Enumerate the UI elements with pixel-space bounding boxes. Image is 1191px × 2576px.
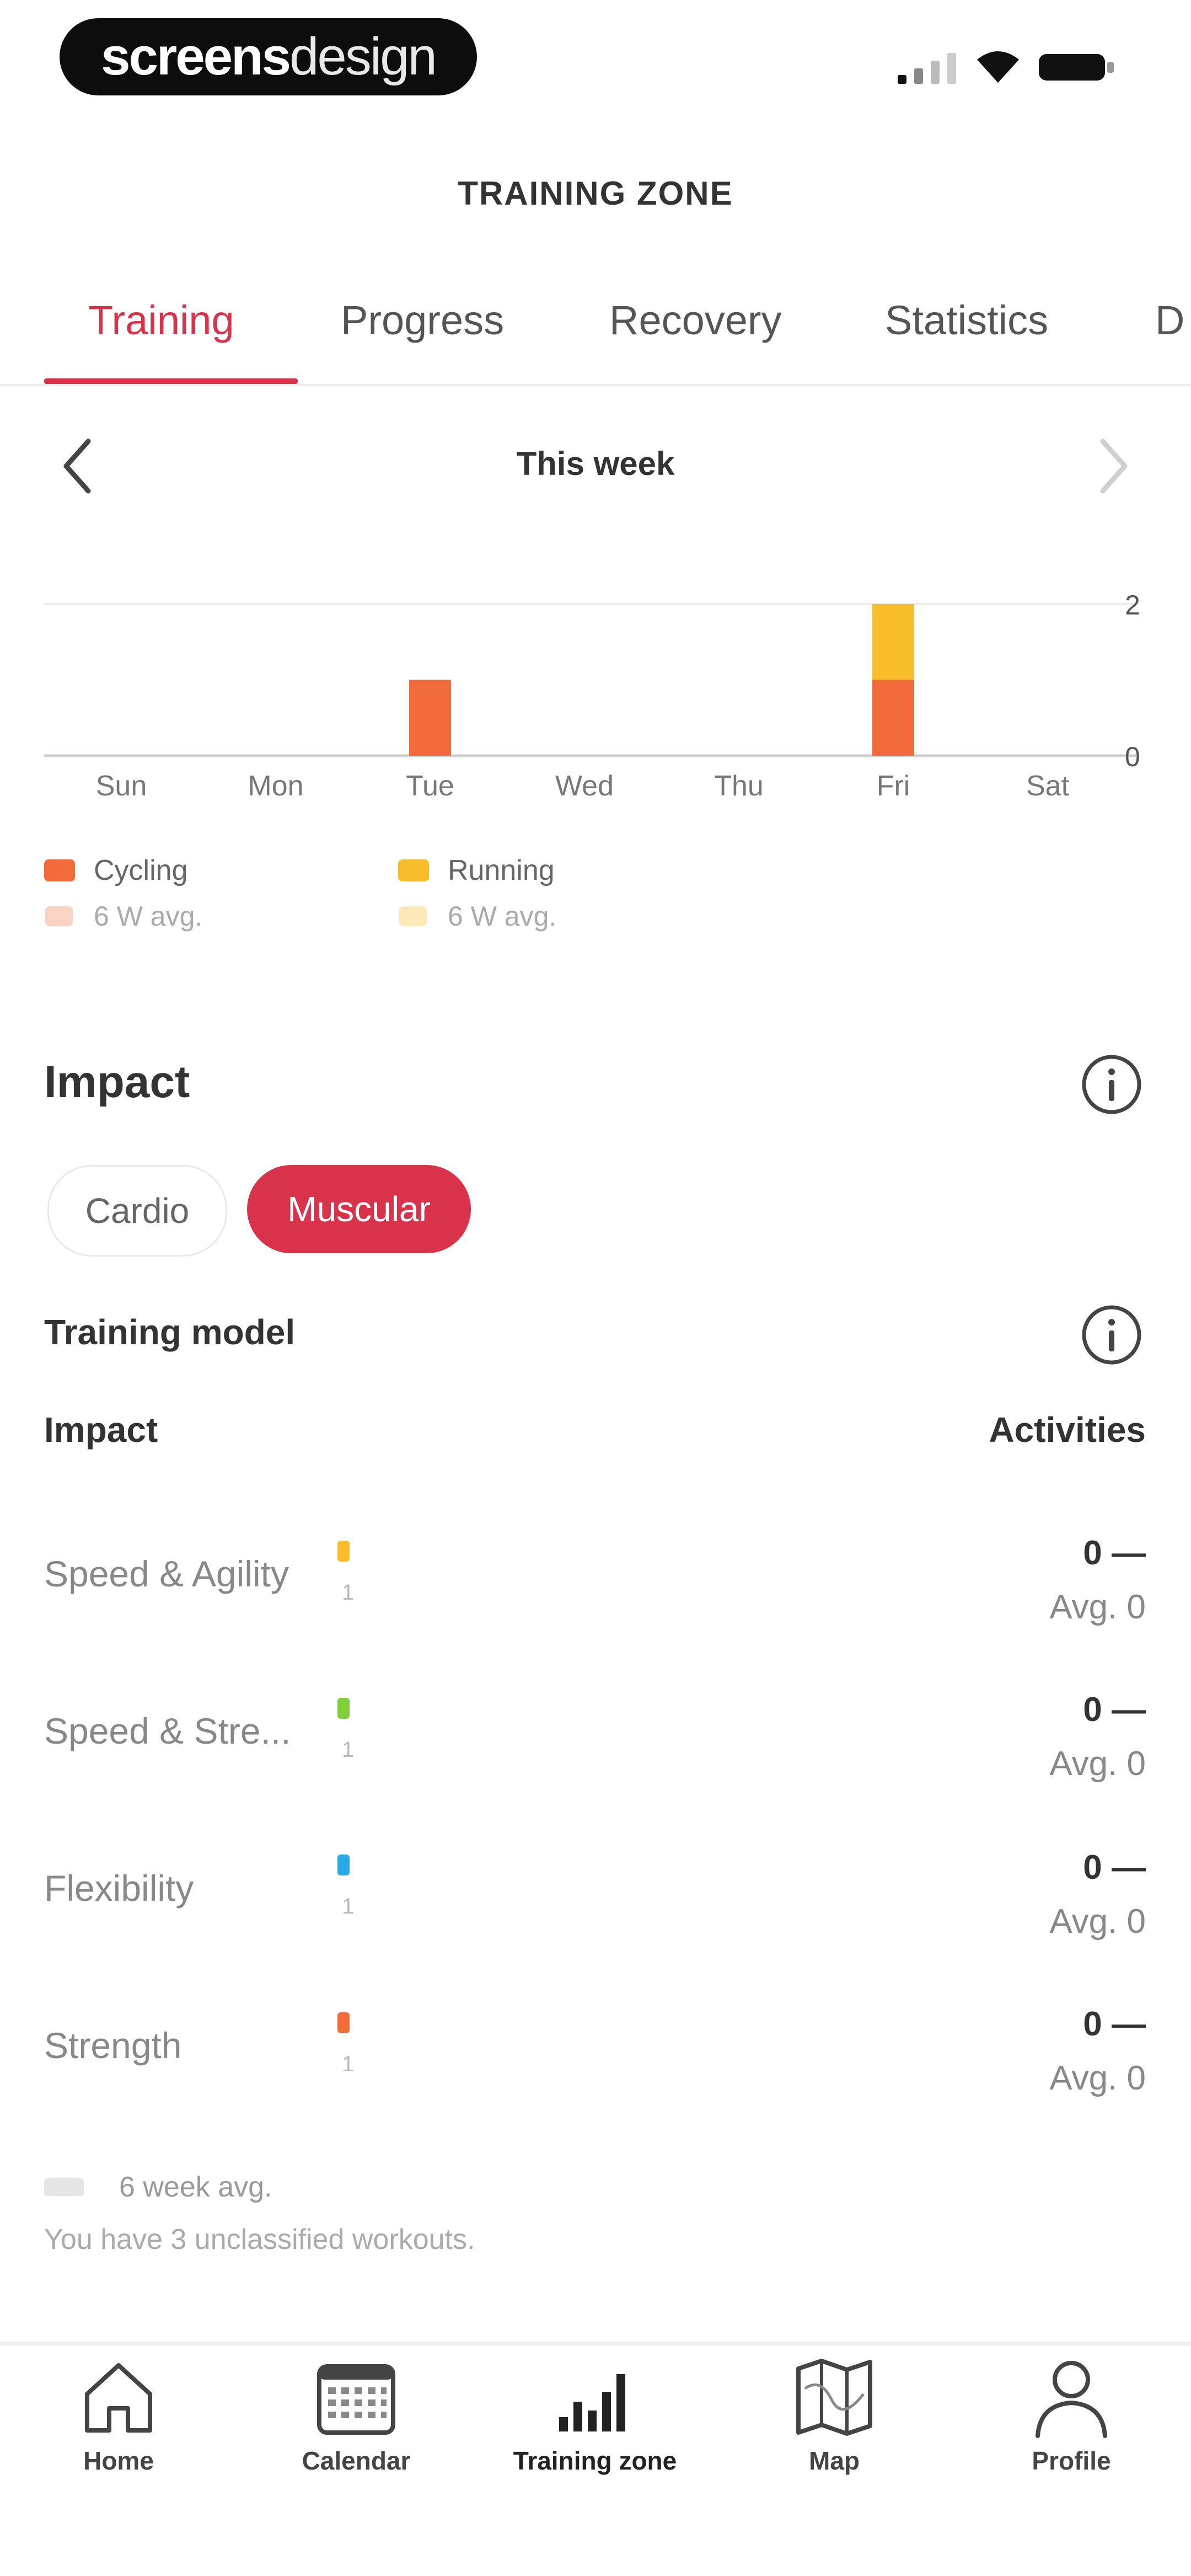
nav-profile[interactable]: Profile (989, 2355, 1154, 2476)
chart-x-tick-thu: Thu (714, 770, 764, 802)
nav-home-label: Home (83, 2446, 154, 2475)
home-icon (85, 2363, 152, 2433)
bar-chart-icon (559, 2374, 625, 2431)
nav-map-label: Map (809, 2446, 860, 2475)
impact-row-marker (337, 2012, 350, 2033)
impact-row-label: Speed & Agility (44, 1553, 289, 1594)
impact-row-label: Speed & Stre... (44, 1711, 291, 1751)
brand-bold: screens (101, 27, 291, 86)
nav-training-zone[interactable]: Training zone (512, 2355, 678, 2476)
tab-d[interactable]: D (1155, 287, 1184, 353)
impact-row-marker (337, 1854, 350, 1875)
impact-row-value: 0 — (1083, 1534, 1146, 1572)
activities-column-header: Activities (989, 1410, 1146, 1450)
impact-row-marker (337, 1698, 350, 1719)
nav-training-zone-label: Training zone (513, 2446, 677, 2475)
chart-bar-cycling-fri (872, 680, 914, 756)
impact-info-icon[interactable] (1081, 1054, 1142, 1115)
impact-row-value: 0 — (1083, 1848, 1146, 1886)
six-week-avg-label: 6 week avg. (119, 2171, 272, 2203)
chart-x-tick-sat: Sat (1026, 770, 1070, 802)
chart-bar-cycling-tue (409, 680, 451, 756)
legend-cycling-label: Cycling (94, 854, 188, 886)
legend-running-swatch (398, 859, 429, 881)
chart-y-tick-max: 2 (1125, 590, 1140, 621)
training-model-info-icon[interactable] (1081, 1304, 1142, 1366)
tab-statistics[interactable]: Statistics (885, 287, 1048, 353)
cardio-toggle[interactable]: Cardio (47, 1165, 227, 1257)
tab-bar: Training Progress Recovery Statistics D (0, 287, 1191, 386)
impact-column-header: Impact (44, 1410, 158, 1450)
impact-row-avg: Avg. 0 (1049, 1745, 1146, 1783)
impact-row-value: 0 — (1083, 1691, 1146, 1729)
next-week-chevron-icon[interactable] (1092, 436, 1136, 496)
cellular-signal-icon (898, 53, 956, 84)
brand-logo: screensdesign (60, 18, 477, 95)
impact-row-avg: Avg. 0 (1049, 1902, 1146, 1941)
wifi-icon (977, 51, 1019, 83)
impact-row-avg: Avg. 0 (1049, 2059, 1146, 2097)
tabs-divider (0, 384, 1191, 386)
impact-row-label: Strength (44, 2025, 182, 2066)
weekly-activity-chart (44, 603, 1136, 757)
impact-row-sub: 1 (342, 1580, 355, 1605)
six-week-avg-swatch (44, 2178, 84, 2196)
week-label: This week (516, 445, 675, 482)
brand-wordmark: screensdesign (101, 26, 437, 87)
active-tab-indicator (44, 378, 298, 384)
muscular-toggle[interactable]: Muscular (247, 1165, 471, 1253)
nav-map[interactable]: Map (752, 2355, 917, 2476)
impact-row-sub: 1 (342, 1894, 355, 1918)
nav-divider (0, 2342, 1191, 2346)
legend-cycling-avg: 6 W avg. (45, 900, 202, 932)
legend-running-label: Running (448, 854, 555, 886)
training-model-title: Training model (44, 1312, 296, 1352)
tab-recovery[interactable]: Recovery (609, 287, 782, 353)
legend-cycling: Cycling (44, 854, 188, 887)
six-week-avg-legend: 6 week avg. (44, 2171, 272, 2204)
impact-row-avg: Avg. 0 (1049, 1588, 1146, 1626)
legend-cycling-avg-swatch (45, 906, 73, 926)
chart-bar-running-fri (872, 604, 914, 680)
battery-icon (1039, 54, 1114, 81)
legend-running: Running (398, 854, 555, 887)
nav-calendar-label: Calendar (302, 2446, 411, 2475)
page-title: TRAINING ZONE (458, 175, 733, 212)
nav-calendar[interactable]: Calendar (273, 2355, 439, 2476)
tab-progress[interactable]: Progress (341, 287, 504, 353)
unclassified-workouts-note: You have 3 unclassified workouts. (44, 2224, 475, 2256)
calendar-icon (317, 2364, 395, 2435)
legend-cycling-avg-label: 6 W avg. (94, 901, 203, 932)
profile-icon (1036, 2361, 1107, 2438)
impact-row-sub: 1 (342, 1738, 355, 1762)
impact-row-value: 0 — (1083, 2005, 1146, 2043)
legend-running-avg-label: 6 W avg. (448, 901, 557, 932)
chart-x-tick-mon: Mon (248, 770, 304, 802)
legend-running-avg-swatch (399, 906, 427, 926)
chart-x-tick-wed: Wed (555, 770, 614, 802)
chart-y-tick-min: 0 (1125, 741, 1140, 772)
brand-light: design (289, 27, 437, 86)
nav-home[interactable]: Home (36, 2355, 201, 2476)
nav-profile-label: Profile (1032, 2446, 1111, 2475)
impact-row-label: Flexibility (44, 1868, 194, 1909)
chart-x-tick-fri: Fri (876, 770, 910, 802)
chart-x-tick-tue: Tue (406, 770, 454, 802)
tab-training[interactable]: Training (88, 287, 234, 353)
legend-cycling-swatch (44, 859, 75, 881)
chart-x-tick-sun: Sun (95, 770, 147, 802)
impact-title: Impact (44, 1057, 190, 1107)
map-icon (796, 2359, 872, 2436)
impact-row-sub: 1 (342, 2052, 355, 2076)
impact-row-marker (337, 1541, 350, 1562)
legend-running-avg: 6 W avg. (399, 900, 556, 932)
